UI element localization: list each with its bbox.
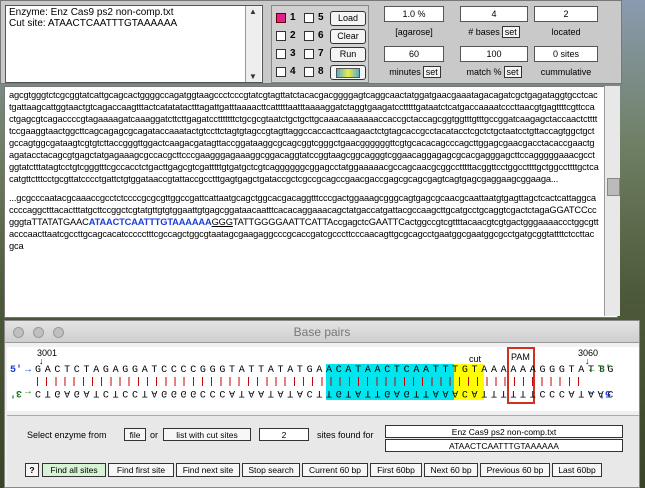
gel-lane-checkboxes: 1 2 3 4 5 6 7 8 Load Clear Run	[271, 5, 369, 83]
clear-button[interactable]: Clear	[330, 29, 366, 44]
base-pair-bonds	[37, 377, 587, 386]
window-title: Base pairs	[5, 321, 639, 343]
sequence-text-area[interactable]: agcgtgggtctcgcggtatcattgcagcactggggccaga…	[4, 86, 618, 318]
lane-checkbox-8[interactable]	[304, 67, 314, 77]
base-pairs-window: Base pairs 3001 ↓ 3060 ↓ cut PAM 5' → GA…	[4, 320, 640, 488]
bases-label: # bases set	[460, 25, 528, 41]
cut-site-highlight: ATAACTCAATTTGTAAAAAA	[88, 217, 212, 227]
scroll-thumb[interactable]	[607, 178, 620, 196]
sites-found-label: sites found for	[317, 430, 374, 440]
top-strand: GACTCTAGAGGATCCCCGGGTATTATATGAACATAACTCA…	[35, 365, 618, 376]
sequence-paragraph-1: agcgtgggtctcgcggtatcattgcagcactggggccaga…	[9, 90, 599, 184]
bottom-strand: CTGAGATCTCCTAGGGGCCCATAATATACTTGTATTGAGT…	[35, 387, 618, 398]
lane-number: 4	[290, 66, 296, 77]
first-60bp-button[interactable]: First 60bp	[370, 463, 422, 477]
minutes-text: minutes	[389, 67, 421, 77]
gel-icon	[336, 68, 360, 78]
minutes-value[interactable]: 60	[384, 46, 444, 62]
lane-number: 8	[318, 66, 324, 77]
run-button[interactable]: Run	[330, 47, 366, 62]
enzyme-box-scrollbar[interactable]: ▲ ▼	[245, 6, 261, 82]
base-pair-view: 3001 ↓ 3060 ↓ cut PAM 5' → GACTCTAGAGGAT…	[7, 347, 639, 411]
current-60bp-button[interactable]: Current 60 bp	[302, 463, 368, 477]
scroll-up-icon[interactable]: ▲	[249, 7, 257, 16]
lane-checkbox-5[interactable]	[304, 13, 314, 23]
lane-checkbox-2[interactable]	[276, 31, 286, 41]
match-label: match % set	[460, 65, 528, 81]
direction-arrow-icon: →	[25, 365, 32, 376]
sites-value: 0 sites	[534, 46, 598, 62]
direction-arrow-icon: ←	[589, 365, 596, 376]
five-prime-label-top: 5'	[10, 365, 23, 376]
lane-number: 1	[290, 12, 296, 23]
three-prime-label-bottom: 3'	[10, 387, 23, 398]
bases-value[interactable]: 4	[460, 6, 528, 22]
match-text: match %	[466, 67, 502, 77]
stop-search-button[interactable]: Stop search	[242, 463, 300, 477]
minutes-label: minutes set	[384, 65, 446, 81]
close-icon[interactable]	[13, 327, 24, 338]
last-60bp-button[interactable]: Last 60bp	[552, 463, 602, 477]
next-60bp-button[interactable]: Next 60 bp	[424, 463, 478, 477]
list-with-cut-sites-button[interactable]: list with cut sites	[163, 428, 251, 441]
lane-checkbox-7[interactable]	[304, 49, 314, 59]
pam-label: PAM	[511, 352, 530, 362]
minutes-set-button[interactable]: set	[422, 66, 441, 78]
located-label: located	[551, 27, 581, 37]
sequence-scrollbar[interactable]	[604, 86, 620, 316]
minimize-icon[interactable]	[33, 327, 44, 338]
sequence-paragraph-2: ...gcgcccaatacgcaaaccgcctctccccgcgcgttgg…	[9, 192, 613, 252]
five-prime-label-bottom: 5'	[599, 387, 612, 398]
find-first-site-button[interactable]: Find first site	[108, 463, 174, 477]
agarose-percent-value[interactable]: 1.0 %	[384, 6, 444, 22]
enzyme-file-field: Enz Cas9 ps2 non-comp.txt	[385, 425, 623, 438]
lane-number: 5	[318, 12, 324, 23]
bases-text: # bases	[468, 27, 500, 37]
zoom-icon[interactable]	[53, 327, 64, 338]
scroll-down-icon[interactable]: ▼	[249, 72, 257, 81]
cut-sequence-field: ATAACTCAATTTGTAAAAAA	[385, 439, 623, 452]
cut-label: cut	[469, 354, 482, 364]
pam-underline: GGG	[211, 217, 233, 227]
load-button[interactable]: Load	[330, 11, 366, 26]
file-button[interactable]: file	[124, 428, 146, 441]
search-controls: Select enzyme from file or list with cut…	[7, 415, 639, 487]
agarose-label: [agarose]	[395, 27, 433, 37]
lane-number: 7	[318, 48, 324, 59]
help-button[interactable]: ?	[25, 463, 39, 477]
lane-number: 6	[318, 30, 324, 41]
lane-checkbox-6[interactable]	[304, 31, 314, 41]
bases-set-button[interactable]: set	[501, 26, 520, 38]
lane-number: 3	[290, 48, 296, 59]
lane-checkbox-3[interactable]	[276, 49, 286, 59]
previous-60bp-button[interactable]: Previous 60 bp	[480, 463, 550, 477]
direction-arrow-icon: →	[25, 387, 32, 398]
enzyme-name: Enzyme: Enz Cas9 ps2 non-comp.txt	[9, 7, 174, 18]
or-label: or	[150, 430, 159, 440]
sites-count-field: 2	[259, 428, 309, 441]
control-panel: Enzyme: Enz Cas9 ps2 non-comp.txt Cut si…	[0, 0, 622, 84]
gel-view-button[interactable]	[330, 65, 366, 80]
lane-checkbox-4[interactable]	[276, 67, 286, 77]
three-prime-label-top: 3'	[599, 365, 612, 376]
direction-arrow-icon: ←	[589, 387, 596, 398]
cut-site: Cut site: ATAACTCAATTTGTAAAAAA	[9, 18, 178, 29]
cumulative-label: cummulative	[540, 67, 592, 77]
located-value: 2	[534, 6, 598, 22]
find-all-sites-button[interactable]: Find all sites	[42, 463, 106, 477]
select-enzyme-label: Select enzyme from	[27, 430, 107, 440]
enzyme-info-box: Enzyme: Enz Cas9 ps2 non-comp.txt Cut si…	[5, 5, 263, 83]
lane-checkbox-1[interactable]	[276, 13, 286, 23]
lane-number: 2	[290, 30, 296, 41]
match-value[interactable]: 100	[460, 46, 528, 62]
find-next-site-button[interactable]: Find next site	[176, 463, 240, 477]
match-set-button[interactable]: set	[503, 66, 522, 78]
